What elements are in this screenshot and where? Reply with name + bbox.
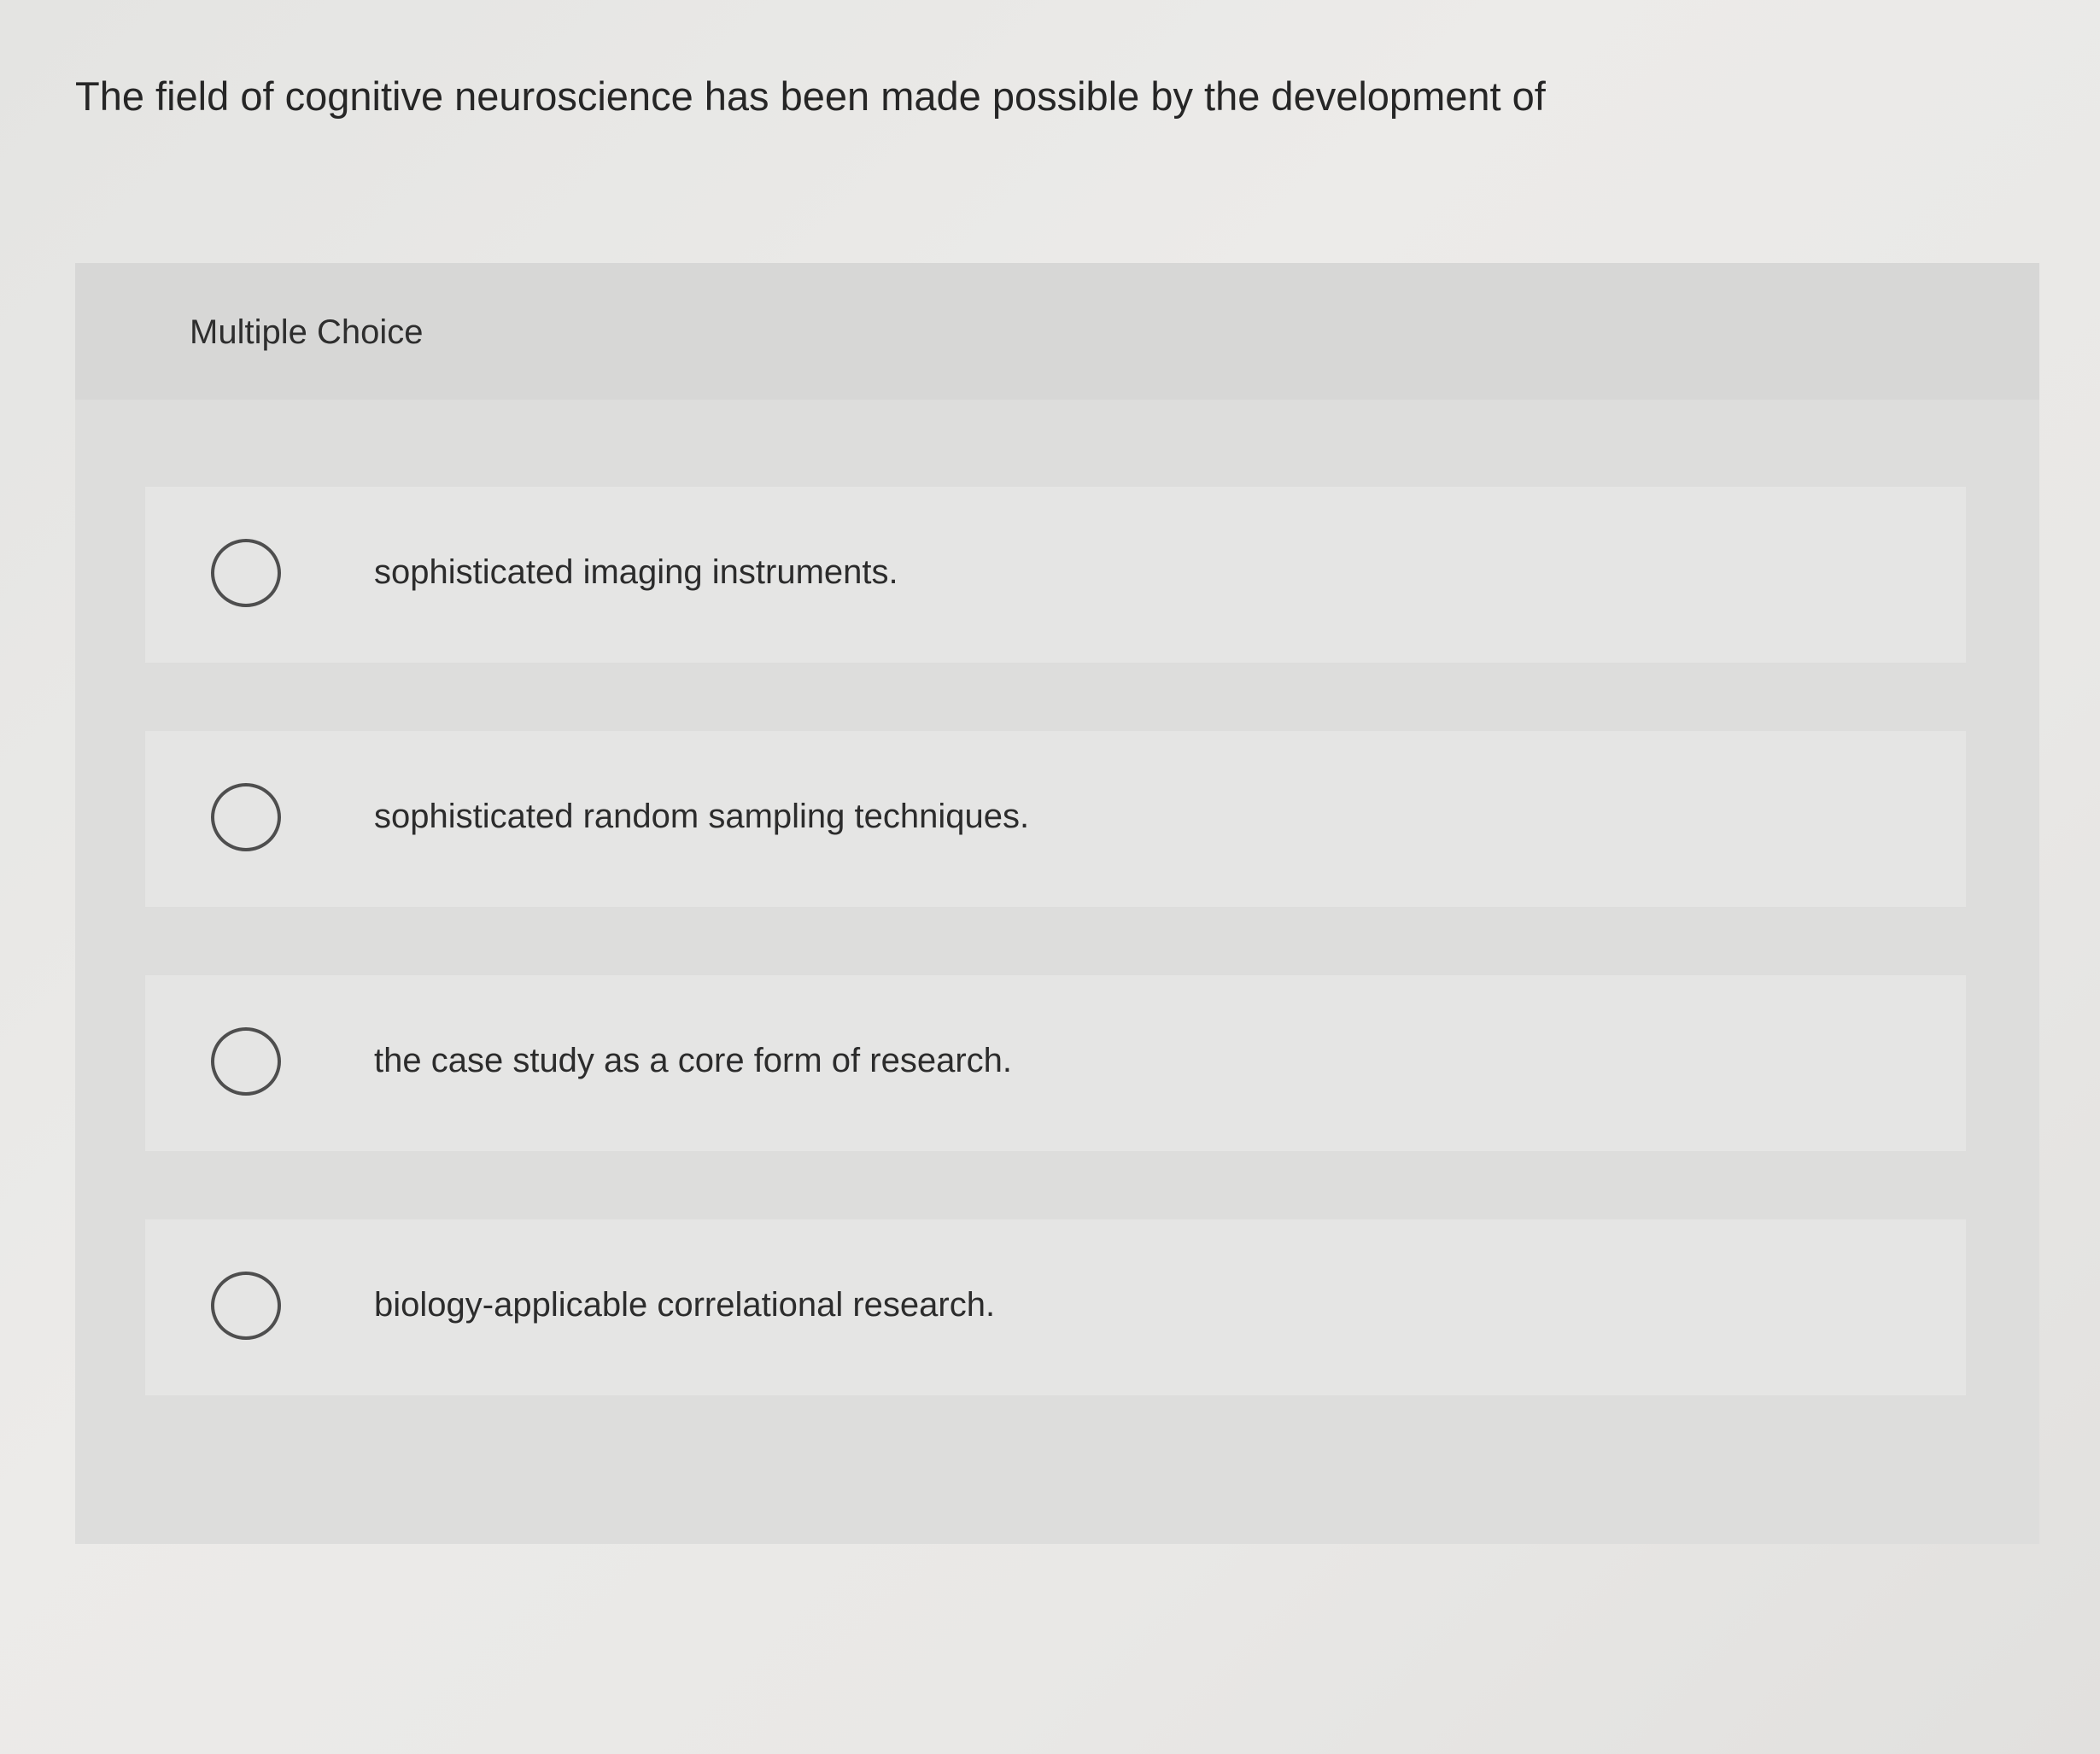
radio-button-icon[interactable] [211,1027,281,1096]
answer-option-label: the case study as a core form of researc… [374,1042,1013,1079]
radio-button-icon[interactable] [211,1272,281,1340]
answer-option-label: sophisticated imaging instruments. [374,553,898,591]
answer-option-2[interactable]: sophisticated random sampling techniques… [145,731,1966,907]
radio-button-icon[interactable] [211,539,281,607]
multiple-choice-panel: Multiple Choice sophisticated imaging in… [75,263,2039,1544]
question-text: The field of cognitive neuroscience has … [75,73,1546,119]
answer-option-4[interactable]: biology-applicable correlational researc… [145,1219,1966,1395]
radio-button-icon[interactable] [211,783,281,851]
multiple-choice-header: Multiple Choice [75,263,2039,400]
answer-option-label: biology-applicable correlational researc… [374,1286,996,1324]
answer-option-3[interactable]: the case study as a core form of researc… [145,975,1966,1151]
multiple-choice-label: Multiple Choice [190,313,424,351]
answer-option-label: sophisticated random sampling techniques… [374,798,1030,835]
answer-option-1[interactable]: sophisticated imaging instruments. [145,487,1966,663]
